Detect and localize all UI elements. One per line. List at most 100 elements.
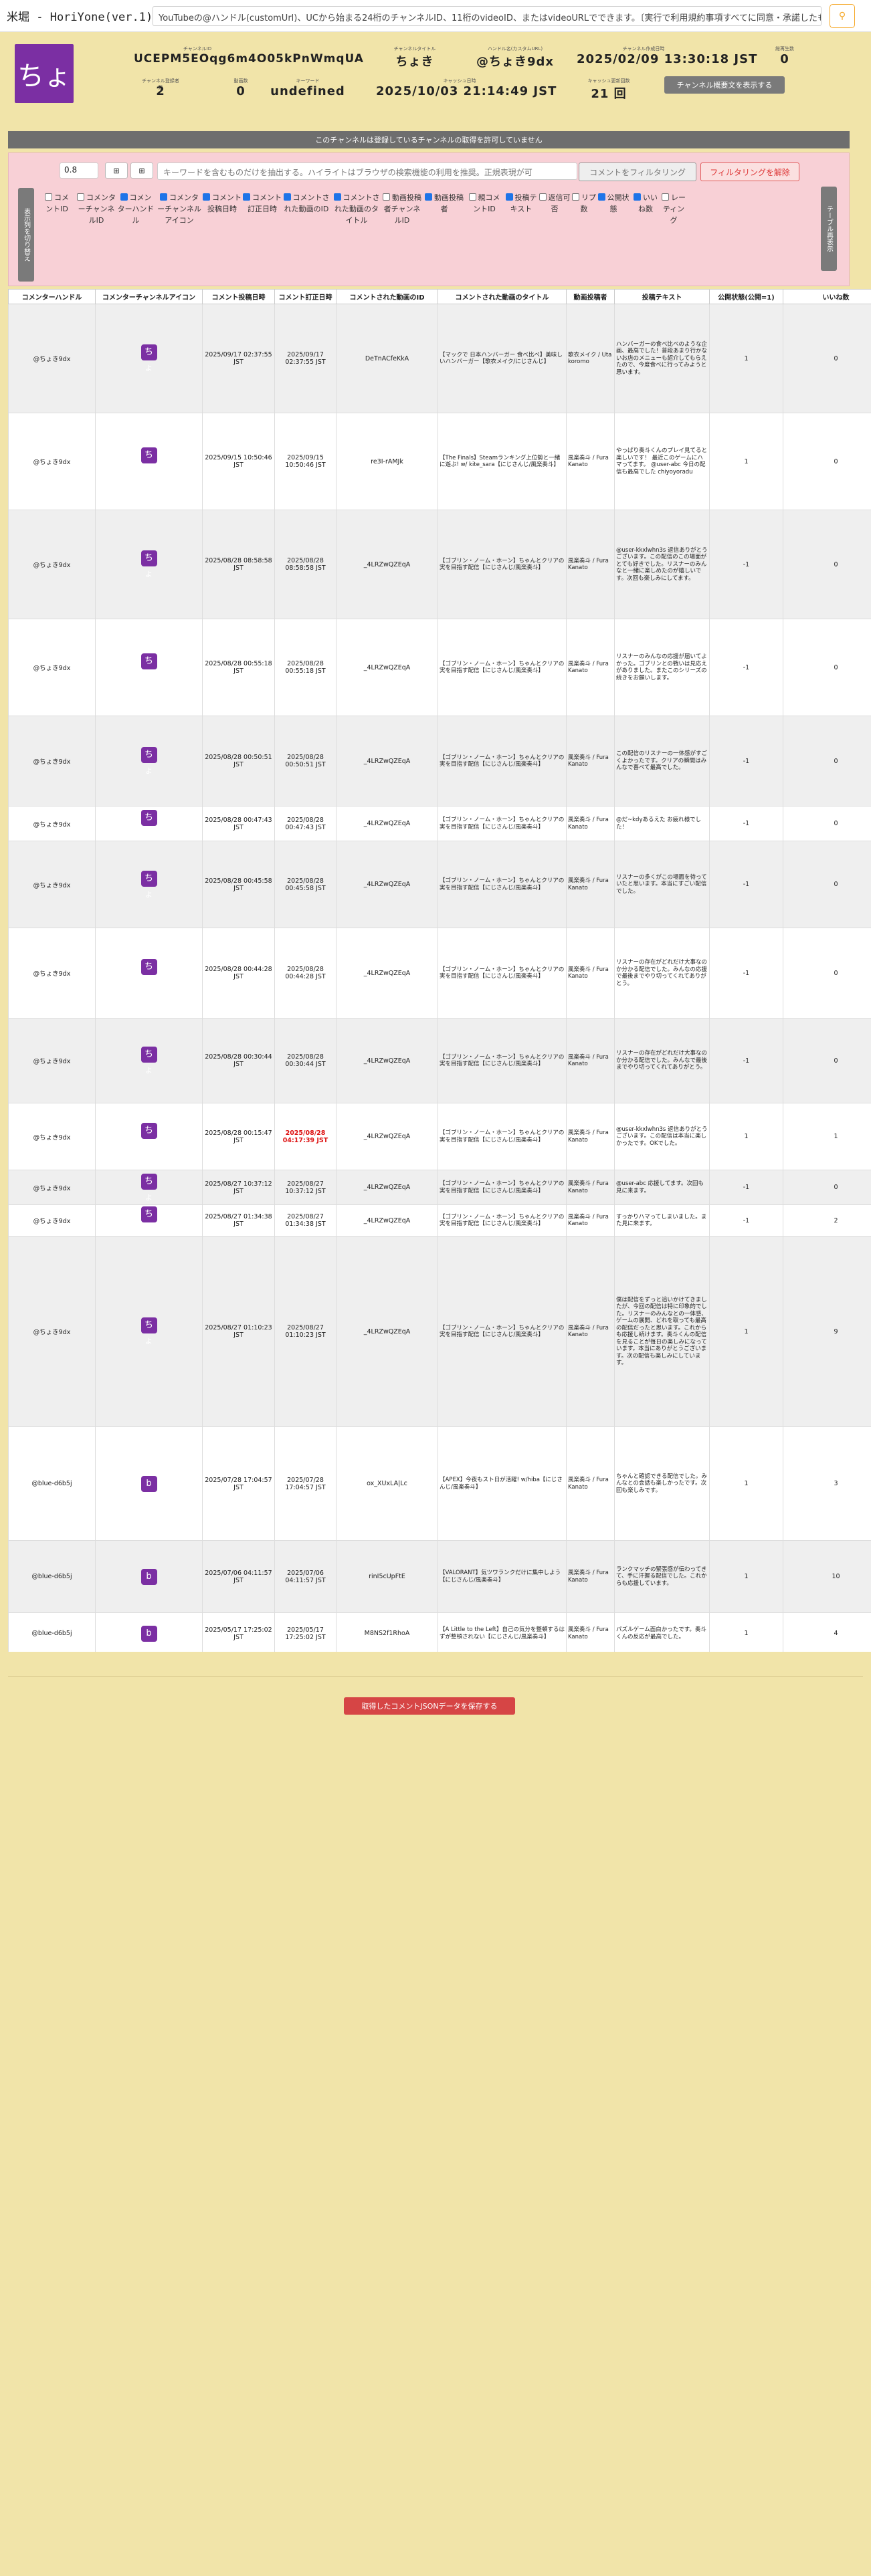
table-body: @ちょき9dx ちょ 2025/09/17 02:37:55 JST 2025/09/… bbox=[8, 304, 871, 1652]
column-header[interactable]: コメントされた動画のID bbox=[336, 289, 438, 304]
save-json-button[interactable]: 取得したコメントJSONデータを保存する bbox=[344, 1697, 515, 1715]
posted-date: 2025/08/28 00:15:47 JST bbox=[202, 1103, 275, 1170]
checkbox-icon[interactable] bbox=[468, 193, 476, 201]
posted-date: 2025/08/28 00:50:51 JST bbox=[202, 716, 275, 807]
column-header[interactable]: コメントされた動画のタイトル bbox=[438, 289, 567, 304]
checkbox-icon[interactable] bbox=[505, 193, 513, 201]
comments-table-container[interactable]: コメンターハンドル コメンターチャンネルアイコン コメント投稿日時 コメント訂正日時コ… bbox=[8, 289, 871, 1652]
commenter-icon: ちょ bbox=[95, 806, 203, 841]
divider bbox=[8, 1676, 863, 1677]
commenter-avatar[interactable]: ちょ bbox=[140, 870, 157, 899]
commenter-avatar[interactable]: ちょ bbox=[140, 447, 157, 476]
column-header[interactable]: コメンターチャンネルアイコン bbox=[95, 289, 203, 304]
commenter-icon: ちょ bbox=[95, 716, 203, 807]
filter-comments-button[interactable]: コメントをフィルタリング bbox=[579, 163, 696, 181]
column-checkbox[interactable]: 親コメントID bbox=[466, 192, 502, 215]
column-checkbox[interactable]: 返信可否 bbox=[539, 192, 571, 215]
column-checkbox[interactable]: コメントされた動画のタイトル bbox=[332, 192, 381, 226]
checkbox-icon[interactable] bbox=[333, 193, 341, 201]
column-checkbox[interactable]: コメンターチャンネルID bbox=[77, 192, 116, 226]
column-header[interactable]: いいね数 bbox=[783, 289, 871, 304]
checkbox-icon[interactable] bbox=[160, 193, 167, 201]
column-checkbox[interactable]: コメントID bbox=[43, 192, 70, 215]
commenter-handle: @ちょき9dx bbox=[8, 619, 96, 716]
checkbox-icon[interactable] bbox=[597, 193, 605, 201]
commenter-icon: ちょ bbox=[95, 841, 203, 928]
video-title: 【ゴブリン・ノーム・ホーン】ちゃんとクリアの実を目指す配信【にじさんじ/風楽奏斗… bbox=[438, 716, 567, 807]
commenter-avatar[interactable]: ちょ bbox=[140, 344, 157, 373]
channel-url-input[interactable]: YouTubeの@ハンドル(customUrl)、UCから始まる24桁のチャンネ… bbox=[153, 6, 821, 26]
checkbox-label: 動画投稿者 bbox=[434, 193, 464, 213]
comment-text: ちゃんと確認できる配信でした。みんなとの会話も楽しかったです。次回も楽しみです。 bbox=[614, 1426, 710, 1541]
commenter-avatar[interactable]: ちょ bbox=[140, 959, 157, 988]
commenter-icon: ちょ bbox=[95, 1018, 203, 1103]
table-row: @ちょき9dx ちょ 2025/08/28 00:50:51 JST 2025/08/… bbox=[8, 716, 871, 807]
column-header[interactable]: 動画投稿者 bbox=[566, 289, 615, 304]
grid-button-a[interactable]: ⊞ bbox=[105, 163, 128, 179]
checkbox-icon[interactable] bbox=[662, 193, 669, 201]
commenter-avatar[interactable]: ちょ bbox=[140, 1122, 157, 1152]
public-state: -1 bbox=[709, 806, 783, 841]
commenter-avatar[interactable]: ちょ bbox=[140, 747, 157, 776]
checkbox-icon[interactable] bbox=[634, 193, 641, 201]
commenter-icon: ちょ bbox=[95, 510, 203, 619]
table-row: @ちょき9dx ちょ 2025/08/28 00:44:28 JST 2025/08/… bbox=[8, 928, 871, 1018]
commenter-avatar[interactable]: ちょ bbox=[140, 653, 157, 682]
column-checkbox[interactable]: コメンターハンドル bbox=[117, 192, 155, 226]
checkbox-icon[interactable] bbox=[45, 193, 52, 201]
column-header[interactable]: 投稿テキスト bbox=[614, 289, 710, 304]
commenter-avatar[interactable]: ちょ bbox=[140, 1317, 157, 1346]
redisplay-table-button[interactable]: テーブル再表示 bbox=[821, 187, 837, 271]
checkbox-icon[interactable] bbox=[243, 193, 250, 201]
commenter-avatar[interactable]: ちょ bbox=[140, 1047, 157, 1075]
keyword-input[interactable]: キーワードを含むものだけを抽出する。ハイライトはブラウザの検索機能の利用を推奨。… bbox=[157, 163, 577, 180]
column-checkbox[interactable]: コメント訂正日時 bbox=[243, 192, 282, 215]
commenter-avatar[interactable]: ちょ bbox=[140, 809, 157, 839]
like-count: 4 bbox=[783, 1612, 871, 1652]
column-checkbox[interactable]: 動画投稿者チャンネルID bbox=[382, 192, 422, 226]
column-checkbox[interactable]: コメント投稿日時 bbox=[203, 192, 241, 215]
column-header[interactable]: 公開状態(公開=1) bbox=[709, 289, 783, 304]
column-checkbox[interactable]: 公開状態 bbox=[597, 192, 630, 215]
commenter-avatar[interactable]: b bbox=[140, 1625, 157, 1642]
commenter-avatar[interactable]: b bbox=[140, 1475, 157, 1492]
commenter-avatar[interactable]: ちょ bbox=[140, 550, 157, 579]
column-checkbox[interactable]: 動画投稿者 bbox=[423, 192, 465, 215]
video-title: 【ゴブリン・ノーム・ホーン】ちゃんとクリアの実を目指す配信【にじさんじ/風楽奏斗… bbox=[438, 1204, 567, 1237]
threshold-input[interactable]: 0.8 bbox=[60, 163, 98, 179]
checkbox-icon[interactable] bbox=[572, 193, 579, 201]
commenter-avatar[interactable]: ちょ bbox=[140, 1173, 157, 1202]
checkbox-icon[interactable] bbox=[203, 193, 210, 201]
column-checkbox[interactable]: コメンターチャンネルアイコン bbox=[157, 192, 201, 226]
column-header[interactable]: コメント訂正日時 bbox=[274, 289, 336, 304]
keywords-value: undefined bbox=[270, 84, 345, 98]
checkbox-icon[interactable] bbox=[120, 193, 128, 201]
like-count: 9 bbox=[783, 1236, 871, 1427]
checkbox-icon[interactable] bbox=[425, 193, 432, 201]
posted-date: 2025/08/28 00:44:28 JST bbox=[202, 928, 275, 1018]
search-button[interactable]: ⚲ bbox=[830, 4, 855, 28]
checkbox-icon[interactable] bbox=[539, 193, 547, 201]
column-checkbox[interactable]: コメントされた動画のID bbox=[283, 192, 330, 215]
checkbox-icon[interactable] bbox=[383, 193, 390, 201]
channel-created-label: チャンネル作成日時 bbox=[622, 46, 665, 51]
checkbox-icon[interactable] bbox=[77, 193, 84, 201]
checkbox-icon[interactable] bbox=[283, 193, 291, 201]
video-id: DeTnACfeKkA bbox=[336, 304, 438, 413]
column-checkbox[interactable]: 投稿テキスト bbox=[504, 192, 539, 215]
column-checkbox[interactable]: レーティング bbox=[660, 192, 687, 226]
show-overview-button[interactable]: チャンネル概要文を表示する bbox=[664, 76, 785, 94]
fetched-field: キャッシュ日時 2025/10/03 21:14:49 JST bbox=[376, 78, 556, 98]
column-header[interactable]: コメント投稿日時 bbox=[202, 289, 275, 304]
column-checkbox[interactable]: いいね数 bbox=[631, 192, 660, 215]
column-header[interactable]: コメンターハンドル bbox=[8, 289, 96, 304]
comment-text: ハンバーガーの食べ比べのような企画、最高でした！普段あまり行かないお店のメニュー… bbox=[614, 304, 710, 413]
clear-filter-button[interactable]: フィルタリングを解除 bbox=[700, 163, 799, 181]
grid-button-b[interactable]: ⊞ bbox=[130, 163, 153, 179]
commenter-avatar[interactable]: b bbox=[140, 1568, 157, 1585]
column-checkbox[interactable]: リプ数 bbox=[572, 192, 596, 215]
like-count: 0 bbox=[783, 413, 871, 510]
commenter-avatar[interactable]: ちょ bbox=[140, 1206, 157, 1235]
public-state: -1 bbox=[709, 841, 783, 928]
toggle-columns-button[interactable]: 表示列を切り替え bbox=[18, 188, 34, 282]
